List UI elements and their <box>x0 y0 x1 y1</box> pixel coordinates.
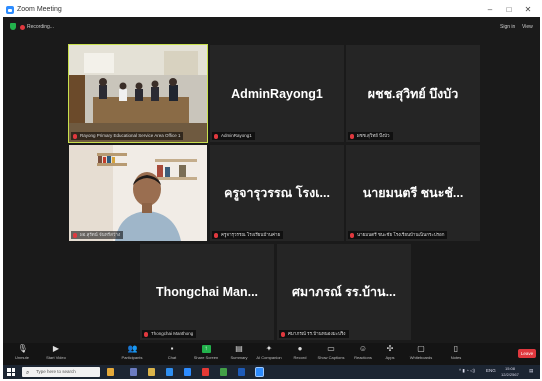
participant-name-tag: ผอ.สุรัตน์ จันทร์สว่าง <box>71 231 124 239</box>
camera-off-icon: ▶ <box>52 344 60 353</box>
meeting-room-video <box>69 45 207 142</box>
record-icon: ● <box>297 344 303 353</box>
participant-display-name: ศมาภรณ์ รร.บ้าน... <box>291 285 397 299</box>
whiteboards-button[interactable]: ▢ Whiteboards <box>404 344 438 364</box>
red-app-icon[interactable] <box>202 368 209 376</box>
participant-name-tag: ผชช.สุวิทย์ บึงบัว <box>348 132 393 140</box>
window-title: Zoom Meeting <box>17 6 62 13</box>
mic-off-icon: 🎙 <box>17 344 28 353</box>
unmute-button[interactable]: 🎙 Unmute <box>5 344 39 364</box>
summary-icon: ▤ <box>235 344 243 353</box>
captions-icon: ▭ <box>327 344 335 353</box>
windows-taskbar: ⌕ Type here to search ^ ▮ ◔ ◁) ENG 15:08… <box>3 365 540 379</box>
zoom-window: Zoom Meeting – □ ✕ Recording... Sign in … <box>3 3 540 379</box>
participant-name-tag: ครูจารุวรรณ โรงเรียนบ้านค่าย <box>212 231 284 239</box>
chat-icon: ▪ <box>170 344 174 353</box>
video-tile-krujaruwan[interactable]: ครูจารุวรรณ โรงเ... ครูจารุวรรณ โรงเรียน… <box>210 145 344 241</box>
folder-icon[interactable] <box>148 368 155 376</box>
participant-name-tag: นายมนตรี ชนะชัย โรงเรียนบ้านเนินกระปรอก <box>348 231 448 239</box>
mic-muted-icon <box>214 232 218 238</box>
edge-browser-icon[interactable] <box>166 368 173 376</box>
participant-name-tag: ศมาภรณ์ รร.บ้านหนองมะปริง <box>279 330 349 338</box>
participants-button[interactable]: 👥 Participants <box>115 344 149 364</box>
chrome-icon[interactable] <box>220 368 227 376</box>
video-tile-manatree[interactable]: นายมนตรี ชนะชั... นายมนตรี ชนะชัย โรงเรี… <box>346 145 480 241</box>
share-screen-icon: ↑ <box>201 345 211 353</box>
maximize-button[interactable]: □ <box>500 4 518 16</box>
view-button[interactable]: View <box>522 24 533 30</box>
mic-muted-icon <box>144 331 148 337</box>
mic-muted-icon <box>350 232 354 238</box>
title-bar: Zoom Meeting – □ ✕ <box>3 3 540 17</box>
security-shield-icon[interactable] <box>10 23 16 30</box>
mic-muted-icon <box>350 133 354 139</box>
participant-video <box>69 145 207 241</box>
mic-muted-icon <box>281 331 285 337</box>
recording-label[interactable]: Recording... <box>27 24 54 30</box>
mic-muted-icon <box>214 133 218 139</box>
ai-companion-button[interactable]: ✦ AI Companion <box>252 344 286 364</box>
apps-icon: ✣ <box>386 344 394 353</box>
mic-muted-icon <box>73 133 77 139</box>
share-screen-button[interactable]: ↑ Share Screen <box>189 344 223 364</box>
summary-button[interactable]: ▤ Summary <box>222 344 256 364</box>
clock-date[interactable]: 12/2/2567 <box>501 372 519 377</box>
sparkle-icon: ✦ <box>265 344 273 353</box>
meeting-top-bar: Recording... Sign in View <box>3 17 540 37</box>
whiteboard-icon: ▢ <box>417 344 425 353</box>
search-icon: ⌕ <box>26 370 30 376</box>
apps-button[interactable]: ✣ Apps <box>373 344 407 364</box>
participant-name-tag: Rayong Primary Educational Service Area … <box>71 132 184 140</box>
zoom-active-icon[interactable] <box>255 367 264 377</box>
leave-button[interactable]: Leave <box>518 349 536 358</box>
chat-button[interactable]: ▪ Chat <box>155 344 189 364</box>
language-indicator[interactable]: ENG <box>486 368 496 373</box>
participant-display-name: ครูจารุวรรณ โรงเ... <box>224 186 330 200</box>
mic-muted-icon <box>73 232 77 238</box>
participant-name-tag: AdminRayong1 <box>212 132 255 140</box>
participants-icon: 👥 <box>127 344 138 353</box>
participant-display-name: Thongchai Man... <box>155 285 259 299</box>
word-icon[interactable] <box>238 368 245 376</box>
start-video-button[interactable]: ▶ Start Video <box>39 344 73 364</box>
sign-in-link[interactable]: Sign in <box>500 24 515 30</box>
show-captions-button[interactable]: ▭ Show Captions <box>314 344 348 364</box>
file-explorer-icon[interactable] <box>107 368 114 376</box>
clock-time[interactable]: 15:08 <box>505 366 515 371</box>
reactions-icon: ☺ <box>358 344 368 353</box>
video-tile-samaporn[interactable]: ศมาภรณ์ รร.บ้าน... ศมาภรณ์ รร.บ้านหนองมะ… <box>277 244 411 340</box>
participant-display-name: ผชช.สุวิทย์ บึงบัว <box>367 86 459 101</box>
minimize-button[interactable]: – <box>481 4 499 16</box>
video-tile-man[interactable]: ผอ.สุรัตน์ จันทร์สว่าง <box>69 145 207 241</box>
notification-icon[interactable]: ▤ <box>529 368 533 374</box>
zoom-taskbar-icon[interactable] <box>184 368 191 376</box>
task-view-icon[interactable] <box>130 368 137 376</box>
tray-icons[interactable]: ^ ▮ ◔ ◁) <box>459 368 475 374</box>
video-tile-sawit[interactable]: ผชช.สุวิทย์ บึงบัว ผชช.สุวิทย์ บึงบัว <box>346 45 480 142</box>
notes-icon: ▯ <box>453 344 459 353</box>
taskbar-search-input[interactable]: ⌕ Type here to search <box>22 367 100 377</box>
close-button[interactable]: ✕ <box>519 4 537 16</box>
video-tile-meeting-room[interactable]: Rayong Primary Educational Service Area … <box>68 44 208 143</box>
windows-start-icon[interactable] <box>7 368 15 376</box>
video-tile-admin[interactable]: AdminRayong1 AdminRayong1 <box>210 45 344 142</box>
video-tile-thongchai[interactable]: Thongchai Man... Thongchai Manthong <box>140 244 274 340</box>
zoom-app-icon <box>6 6 14 14</box>
notes-button[interactable]: ▯ Notes <box>439 344 473 364</box>
record-button[interactable]: ● Record <box>283 344 317 364</box>
recording-icon <box>20 25 25 30</box>
participant-display-name: AdminRayong1 <box>231 86 323 101</box>
participant-name-tag: Thongchai Manthong <box>142 330 197 338</box>
participant-display-name: นายมนตรี ชนะชั... <box>362 186 464 200</box>
meeting-toolbar: 🎙 Unmute ▶ Start Video 👥 Participants ▪ … <box>3 343 540 365</box>
